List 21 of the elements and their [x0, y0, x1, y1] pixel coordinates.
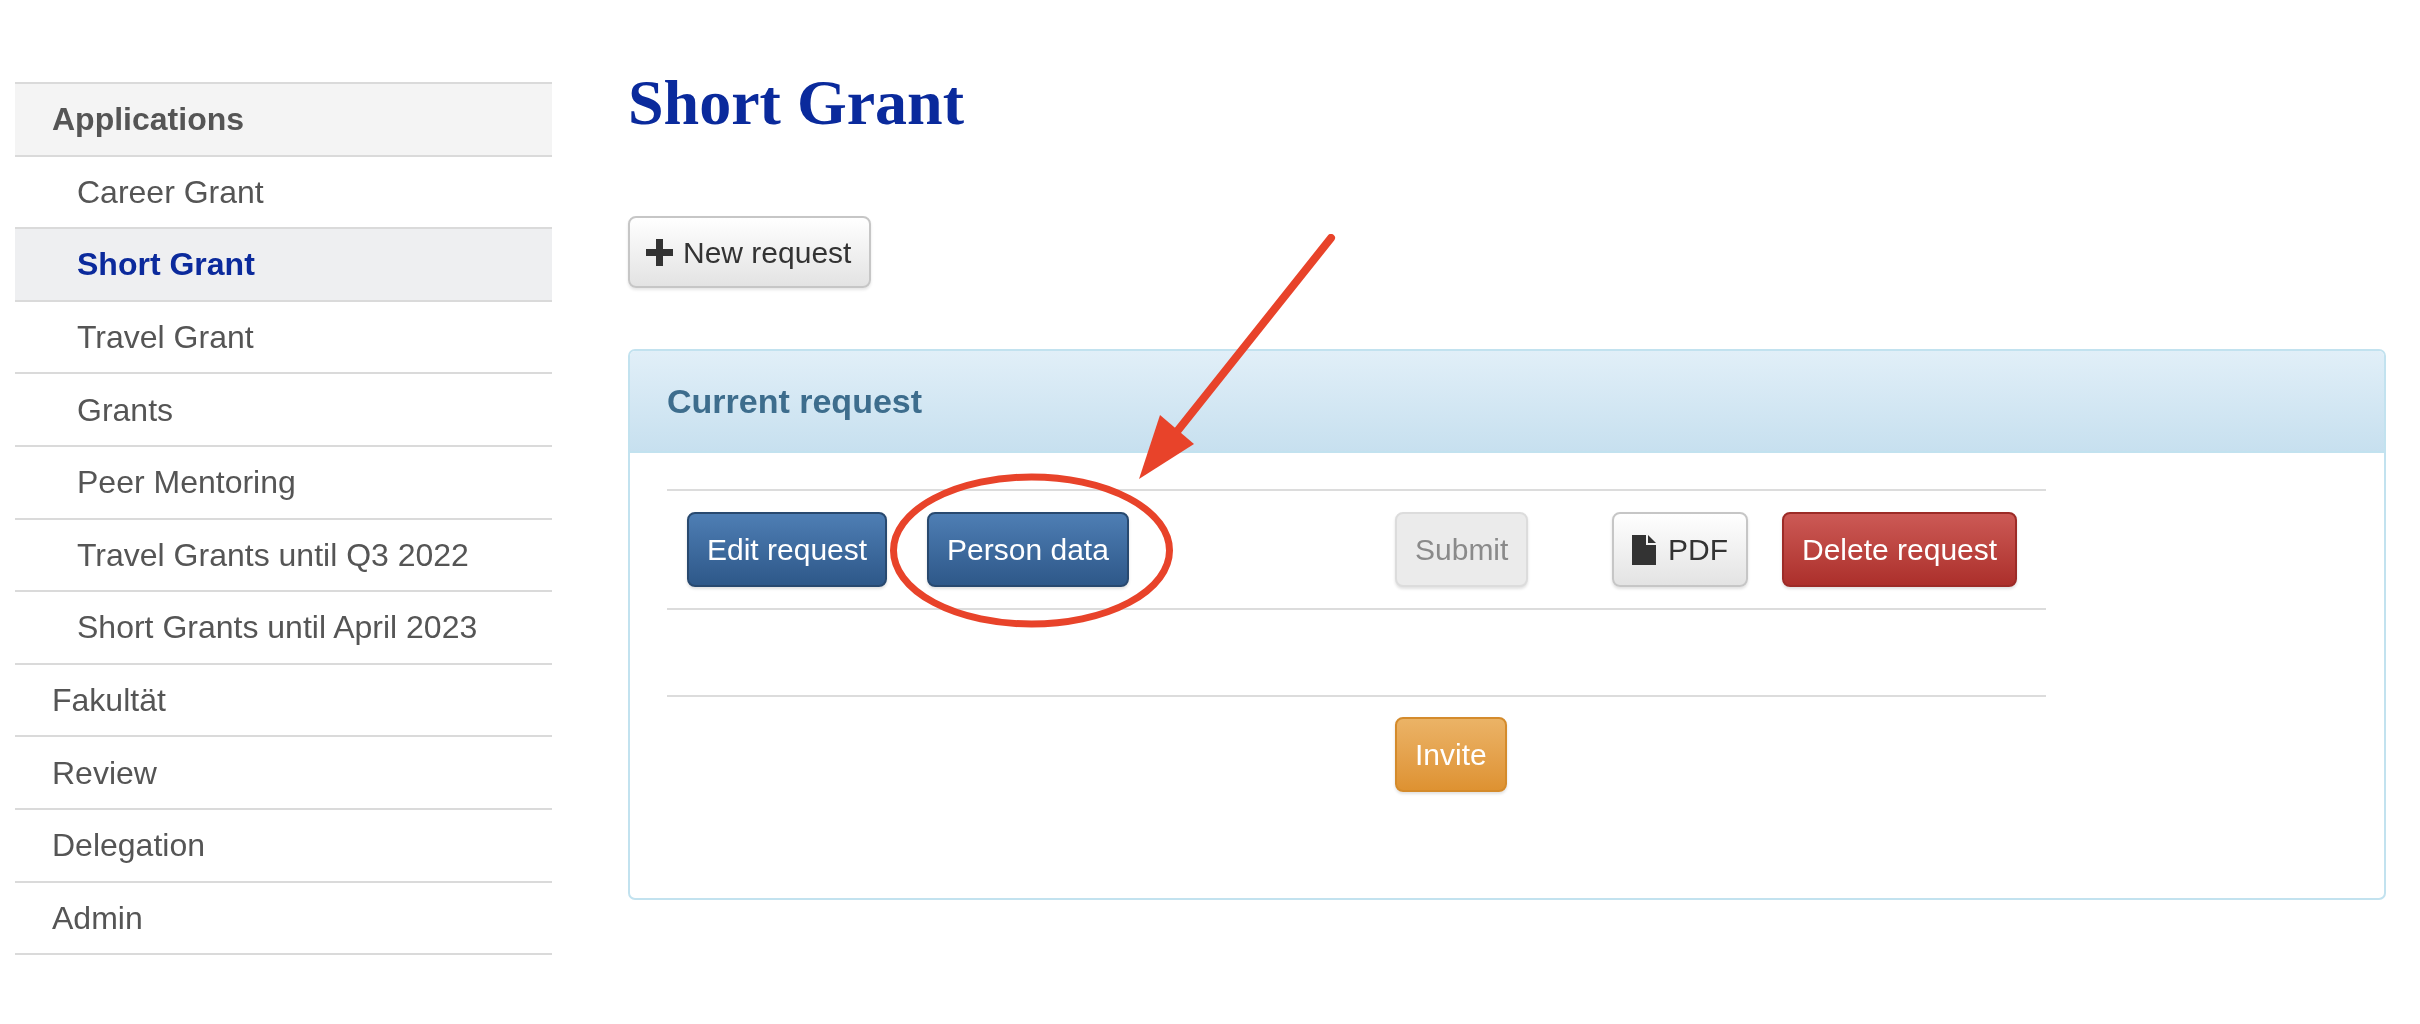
plus-icon [646, 238, 673, 266]
action-button[interactable]: Delete request [1782, 512, 2018, 587]
sidebar-subitem[interactable]: Short Grants until April 2023 [15, 592, 552, 663]
sidebar-item[interactable]: Delegation [15, 809, 552, 881]
sidebar-item[interactable]: Admin [15, 882, 552, 954]
sidebar-subitem[interactable]: Travel Grant [15, 301, 552, 373]
action-button[interactable]: PDF [1612, 512, 1748, 587]
sidebar-subitem[interactable]: Peer Mentoring [15, 446, 552, 518]
sidebar-subitem[interactable]: Travel Grants until Q3 2022 [15, 519, 552, 591]
sidebar-item[interactable]: Review [15, 737, 552, 808]
sidebar-item[interactable]: Fakultät [15, 664, 552, 736]
page-title: Short Grant [628, 71, 964, 135]
new-request-button[interactable]: New request [628, 216, 872, 288]
sidebar-subitem[interactable]: Short Grant [15, 229, 552, 300]
sidebar-item[interactable]: Applications [15, 84, 552, 155]
sidebar-subitem[interactable]: Grants [15, 374, 552, 445]
panel-title: Current request [667, 380, 923, 422]
action-button[interactable]: Edit request [687, 512, 888, 587]
action-button[interactable]: Person data [927, 512, 1129, 587]
file-icon [1632, 534, 1656, 565]
sidebar-subitem[interactable]: Career Grant [15, 156, 552, 228]
